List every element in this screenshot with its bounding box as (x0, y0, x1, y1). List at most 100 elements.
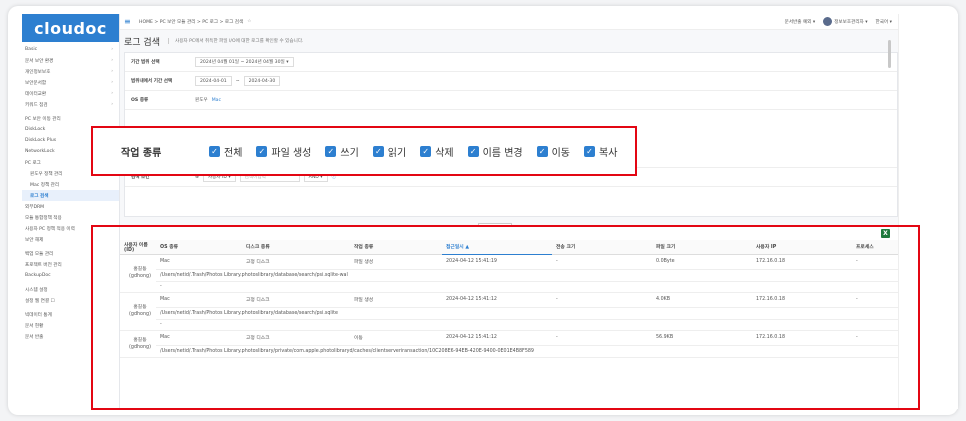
column-header[interactable]: 작업 종류 (350, 240, 442, 255)
checkbox-label: 복사 (599, 147, 618, 159)
column-header[interactable]: 파일 크기 (652, 240, 752, 255)
sidebar-item[interactable]: 문서 반출 (22, 331, 119, 342)
sidebar-item[interactable]: 보안문서함 › (22, 77, 119, 88)
chevron-right-icon: › (111, 80, 113, 85)
sidebar-item-label: BackupDoc (25, 273, 51, 278)
sidebar-item[interactable]: 문서 현황 (22, 320, 119, 331)
sidebar-item[interactable]: 프로젝트 버전 관리 (22, 259, 119, 270)
table-cell: Mac (156, 330, 242, 346)
logo: cloudoc (22, 14, 119, 42)
action-type-checkbox[interactable]: ✓ 쓰기 (325, 144, 359, 159)
sidebar-item-label: Basic (25, 47, 38, 52)
sidebar-item[interactable]: 문서 보안 환경 › (22, 55, 119, 66)
sidebar-item[interactable]: BackupDoc (22, 270, 119, 281)
period-label: 기간 범위 선택 (131, 60, 160, 65)
file-path-cell: /Users/netid/.Trash/Photos Library.photo… (156, 269, 898, 282)
sidebar-item[interactable]: 설정 웹 연결 ☐ (22, 295, 119, 306)
top-bar: ≡ HOME > PC 보안 모듈 관리 > PC 로그 > 로그 검색 ☆ 문… (120, 14, 898, 30)
sidebar-item-label: 시스템 설정 (25, 287, 48, 293)
table-row[interactable]: 홍길동 (gdhong) Mac 고정 디스크 이동 2024-04-12 15:41:… (120, 330, 898, 358)
sidebar-item[interactable]: Basic › (22, 44, 119, 55)
checkbox-checked-icon: ✓ (256, 145, 268, 157)
chevron-right-icon: › (111, 69, 113, 74)
checkbox-label: 이동 (551, 147, 570, 159)
sidebar: cloudoc Basic › 문서 보안 환경 › 개인정보보호 › 보안문서함 › 데이터교… (22, 14, 120, 409)
sidebar-item-label: 설정 웹 연결 ☐ (25, 298, 55, 304)
sidebar-item[interactable]: 모듈 통합정책 적용 (22, 212, 119, 223)
column-header[interactable]: 접근일시 ▲ (442, 240, 552, 255)
scrollbar[interactable] (888, 40, 891, 68)
action-type-checkbox[interactable]: ✓ 삭제 (420, 144, 454, 159)
action-type-checkbox[interactable]: ✓ 파일 생성 (256, 144, 311, 159)
table-cell: - (852, 292, 898, 308)
sidebar-item[interactable]: 빅데이터 통계 (22, 309, 119, 320)
checkbox-checked-icon: ✓ (467, 145, 479, 157)
sidebar-item-label: 윈도우 정책 관리 (30, 171, 63, 177)
page-description: 사용자 PC에서 취득한 파일 I/O에 대한 로그를 확인할 수 있습니다. (167, 38, 304, 44)
sidebar-item[interactable]: 시스템 설정 (22, 284, 119, 295)
column-header[interactable]: 디스크 종류 (242, 240, 350, 255)
column-header[interactable]: 전송 크기 (552, 240, 652, 255)
table-row[interactable]: 홍길동 (gdhong) Mac 고정 디스크 파일 생성 2024-04-12 15:… (120, 254, 898, 293)
action-type-checkbox[interactable]: ✓ 전체 (209, 144, 242, 159)
table-cell: - (852, 330, 898, 346)
user-cell: 홍길동 (gdhong) (120, 254, 156, 293)
sidebar-item[interactable]: 개인정보보호 › (22, 66, 119, 77)
results-panel: X 사용자 이름(ID) OS 종류 디스크 종류 작업 종류 접근일시 ▲ 전송 크기 파… (120, 226, 898, 409)
sidebar-item[interactable]: 데이터교환 › (22, 88, 119, 99)
sidebar-item[interactable]: 백업 모듈 관리 (22, 248, 119, 259)
checkbox-checked-icon: ✓ (420, 145, 432, 157)
results-table: 사용자 이름(ID) OS 종류 디스크 종류 작업 종류 접근일시 ▲ 전송 크기 파일 … (120, 240, 898, 358)
os-radio-mac[interactable]: Mac (212, 98, 221, 103)
sidebar-item-label: 키워드 점검 (25, 102, 48, 108)
column-header[interactable]: OS 종류 (156, 240, 242, 255)
table-cell: 고정 디스크 (242, 292, 350, 308)
table-cell: 172.16.0.18 (752, 292, 852, 308)
action-type-checkbox[interactable]: ✓ 읽기 (372, 144, 406, 159)
checkbox-label: 이름 변경 (482, 147, 523, 159)
table-row[interactable]: 홍길동 (gdhong) Mac 고정 디스크 파일 생성 2024-04-12 15:… (120, 292, 898, 331)
hamburger-icon[interactable]: ≡ (124, 17, 133, 26)
chevron-right-icon: › (111, 91, 113, 96)
sidebar-item[interactable]: 외부DRM (22, 201, 119, 212)
checkbox-checked-icon: ✓ (325, 145, 337, 157)
favorite-star-icon[interactable]: ☆ (247, 19, 251, 24)
chevron-right-icon: › (111, 47, 113, 52)
table-cell: 고정 디스크 (242, 254, 350, 270)
action-type-checkbox[interactable]: ✓ 복사 (584, 144, 617, 159)
user-menu[interactable]: 정보보호관리자 ▾ (823, 17, 868, 26)
sidebar-item[interactable]: Mac 정책 관리 (22, 179, 119, 190)
sidebar-item-label: 빅데이터 통계 (25, 312, 52, 318)
checkbox-label: 쓰기 (340, 147, 359, 159)
action-type-checkbox[interactable]: ✓ 이동 (536, 144, 570, 159)
sidebar-item-label: 데이터교환 (25, 91, 47, 97)
column-header[interactable]: 사용자 이름(ID) (120, 240, 156, 255)
os-radio-windows[interactable]: 윈도우 (195, 97, 208, 103)
sidebar-item-label: PC 보안 이동 관리 (25, 116, 61, 122)
sidebar-item[interactable]: 사용자 PC 정책 적용 이력 (22, 223, 119, 234)
sidebar-item[interactable]: 키워드 점검 › (22, 99, 119, 110)
page-title: 로그 검색 (124, 37, 160, 48)
column-header[interactable]: 사용자 IP (752, 240, 852, 255)
sidebar-item-label: NetworkLock (25, 149, 55, 154)
file-path-cell: /Users/netid/.Trash/Photos Library.photo… (156, 345, 898, 358)
table-cell: 0.0Byte (652, 254, 752, 270)
excel-export-icon[interactable]: X (881, 229, 890, 238)
table-cell: 파일 생성 (350, 254, 442, 270)
date-from-input[interactable]: 2024-04-01 (195, 76, 232, 86)
action-type-checkbox[interactable]: ✓ 이름 변경 (467, 144, 523, 159)
checkbox-label: 파일 생성 (271, 147, 312, 159)
sidebar-item[interactable]: 보안 해제 (22, 234, 119, 245)
sidebar-item-label: Mac 정책 관리 (30, 182, 60, 188)
period-select[interactable]: 2024년 04월 01일 ~ 2024년 04월 30일 ▾ (195, 57, 294, 67)
sidebar-item[interactable]: 로그 검색 (22, 190, 119, 201)
language-menu[interactable]: 한국어 ▾ (876, 19, 892, 25)
date-to-input[interactable]: 2024-04-30 (243, 76, 281, 86)
chevron-right-icon: › (111, 102, 113, 107)
right-panel (898, 14, 958, 409)
notify-menu[interactable]: 문서반출 예외 ▾ (785, 19, 816, 25)
table-cell: - (552, 330, 652, 346)
column-header[interactable]: 프로세스 (852, 240, 898, 255)
breadcrumb: HOME > PC 보안 모듈 관리 > PC 로그 > 로그 검색 (139, 19, 244, 25)
file-path-cell: /Users/netid/.Trash/Photos Library.photo… (156, 307, 898, 320)
